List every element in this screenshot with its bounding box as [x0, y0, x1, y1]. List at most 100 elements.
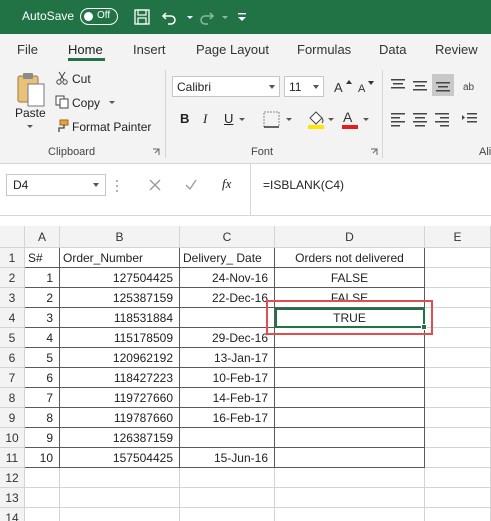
tab-formulas[interactable]: Formulas	[297, 42, 351, 57]
cell-c14[interactable]	[180, 508, 275, 521]
column-header-b[interactable]: B	[60, 226, 180, 248]
increase-font-size-icon[interactable]: A	[333, 78, 353, 96]
cell-a7[interactable]: 6	[25, 368, 60, 388]
row-header-1[interactable]: 1	[0, 248, 25, 268]
cell-a10[interactable]: 9	[25, 428, 60, 448]
cell-c4[interactable]	[180, 308, 275, 328]
cell-b12[interactable]	[60, 468, 180, 488]
borders-icon[interactable]	[262, 110, 282, 130]
cell-c7[interactable]: 10-Feb-17	[180, 368, 275, 388]
cell-d13[interactable]	[275, 488, 425, 508]
cell-d8[interactable]	[275, 388, 425, 408]
row-header-6[interactable]: 6	[0, 348, 25, 368]
cell-b4[interactable]: 118531884	[60, 308, 180, 328]
cell-b8[interactable]: 119727660	[60, 388, 180, 408]
redo-icon[interactable]	[196, 7, 216, 27]
cell-a14[interactable]	[25, 508, 60, 521]
column-header-e[interactable]: E	[425, 226, 491, 248]
orientation-icon[interactable]: ab	[461, 77, 479, 93]
row-header-14[interactable]: 14	[0, 508, 25, 521]
autosave-toggle[interactable]: Off	[80, 8, 118, 25]
customize-toolbar-icon[interactable]	[232, 7, 252, 27]
cell-d1[interactable]: Orders not delivered	[275, 248, 425, 268]
tab-data[interactable]: Data	[379, 42, 406, 57]
cell-b5[interactable]: 115178509	[60, 328, 180, 348]
row-header-8[interactable]: 8	[0, 388, 25, 408]
cell-e12[interactable]	[425, 468, 491, 488]
row-header-12[interactable]: 12	[0, 468, 25, 488]
copy-dropdown-icon[interactable]	[108, 100, 116, 106]
cell-b6[interactable]: 120962192	[60, 348, 180, 368]
font-name-combo[interactable]: Calibri	[172, 76, 280, 97]
select-all-corner[interactable]	[0, 226, 25, 248]
cell-a12[interactable]	[25, 468, 60, 488]
cell-b3[interactable]: 125387159	[60, 288, 180, 308]
row-header-3[interactable]: 3	[0, 288, 25, 308]
align-left-icon[interactable]	[389, 111, 407, 127]
tab-review[interactable]: Review	[435, 42, 478, 57]
font-color-dropdown-icon[interactable]	[362, 117, 370, 123]
row-header-5[interactable]: 5	[0, 328, 25, 348]
tab-insert[interactable]: Insert	[133, 42, 166, 57]
enter-icon[interactable]	[184, 178, 198, 192]
cell-a1[interactable]: S#	[25, 248, 60, 268]
cell-e14[interactable]	[425, 508, 491, 521]
paste-dropdown-icon[interactable]	[25, 124, 35, 130]
cell-a3[interactable]: 2	[25, 288, 60, 308]
cell-c9[interactable]: 16-Feb-17	[180, 408, 275, 428]
row-header-11[interactable]: 11	[0, 448, 25, 468]
bottom-align-button[interactable]	[432, 74, 454, 96]
cut-icon[interactable]	[55, 71, 69, 85]
tab-home[interactable]: Home	[68, 42, 103, 57]
tab-file[interactable]: File	[17, 42, 38, 57]
paste-icon[interactable]	[14, 70, 48, 110]
cell-d9[interactable]	[275, 408, 425, 428]
cell-e5[interactable]	[425, 328, 491, 348]
cell-c12[interactable]	[180, 468, 275, 488]
cell-b9[interactable]: 119787660	[60, 408, 180, 428]
column-header-d[interactable]: D	[275, 226, 425, 248]
cell-c11[interactable]: 15-Jun-16	[180, 448, 275, 468]
align-right-icon[interactable]	[433, 111, 451, 127]
borders-dropdown-icon[interactable]	[285, 117, 293, 123]
cell-c6[interactable]: 13-Jan-17	[180, 348, 275, 368]
column-header-c[interactable]: C	[180, 226, 275, 248]
cell-e3[interactable]	[425, 288, 491, 308]
font-size-combo[interactable]: 11	[284, 76, 324, 97]
paste-label[interactable]: Paste	[15, 106, 46, 120]
cell-a2[interactable]: 1	[25, 268, 60, 288]
middle-align-icon[interactable]	[411, 77, 429, 93]
fill-color-dropdown-icon[interactable]	[327, 117, 335, 123]
format-painter-label[interactable]: Format Painter	[72, 120, 151, 134]
save-icon[interactable]	[132, 7, 152, 27]
cell-e9[interactable]	[425, 408, 491, 428]
clipboard-launcher-icon[interactable]	[152, 148, 160, 156]
cell-e2[interactable]	[425, 268, 491, 288]
cell-c1[interactable]: Delivery_ Date	[180, 248, 275, 268]
row-header-2[interactable]: 2	[0, 268, 25, 288]
font-color-icon[interactable]: A	[339, 108, 361, 130]
cut-label[interactable]: Cut	[72, 72, 91, 86]
cell-a5[interactable]: 4	[25, 328, 60, 348]
decrease-font-size-icon[interactable]: A	[357, 78, 377, 96]
top-align-icon[interactable]	[389, 77, 407, 93]
align-center-icon[interactable]	[411, 111, 429, 127]
cell-c13[interactable]	[180, 488, 275, 508]
cell-e13[interactable]	[425, 488, 491, 508]
insert-function-button[interactable]: fx	[222, 176, 231, 192]
cell-d6[interactable]	[275, 348, 425, 368]
underline-button[interactable]: U	[224, 111, 233, 126]
column-header-a[interactable]: A	[25, 226, 60, 248]
cell-d2[interactable]: FALSE	[275, 268, 425, 288]
row-header-10[interactable]: 10	[0, 428, 25, 448]
cell-c5[interactable]: 29-Dec-16	[180, 328, 275, 348]
cell-a8[interactable]: 7	[25, 388, 60, 408]
copy-label[interactable]: Copy	[72, 96, 100, 110]
cell-d14[interactable]	[275, 508, 425, 521]
cell-d7[interactable]	[275, 368, 425, 388]
italic-button[interactable]: I	[203, 111, 207, 127]
cell-a11[interactable]: 10	[25, 448, 60, 468]
cell-e1[interactable]	[425, 248, 491, 268]
indent-icon[interactable]	[461, 111, 479, 127]
fill-color-icon[interactable]	[305, 108, 327, 130]
